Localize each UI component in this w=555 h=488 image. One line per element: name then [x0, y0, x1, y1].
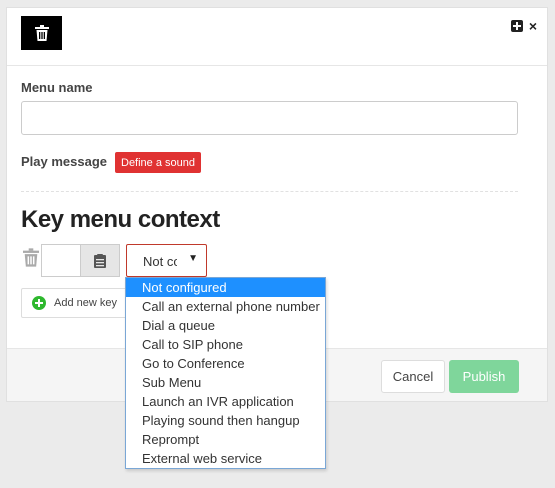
key-action-dropdown: Not configured Call an external phone nu…: [125, 277, 326, 469]
trash-icon: [23, 248, 39, 267]
add-new-key-button[interactable]: Add new key: [21, 288, 127, 318]
menu-name-input[interactable]: [21, 101, 518, 135]
dropdown-option[interactable]: Call an external phone number: [126, 297, 325, 316]
key-clipboard-addon[interactable]: [81, 244, 120, 277]
dropdown-option[interactable]: Call to SIP phone: [126, 335, 325, 354]
trash-icon: [34, 25, 49, 41]
plus-circle-icon: [32, 296, 46, 310]
publish-button[interactable]: Publish: [449, 360, 519, 393]
key-action-value: Not co: [143, 254, 177, 269]
cancel-button[interactable]: Cancel: [381, 360, 445, 393]
menu-name-label: Menu name: [21, 80, 93, 95]
close-icon[interactable]: ×: [529, 19, 537, 33]
dropdown-option[interactable]: Sub Menu: [126, 373, 325, 392]
clipboard-icon: [94, 253, 106, 268]
delete-key-button[interactable]: [23, 248, 39, 272]
dropdown-option[interactable]: Playing sound then hangup: [126, 411, 325, 430]
delete-menu-button[interactable]: [21, 16, 62, 50]
section-divider: [21, 191, 518, 192]
dropdown-option[interactable]: Launch an IVR application: [126, 392, 325, 411]
panel-header: ×: [7, 8, 547, 66]
play-message-label: Play message: [21, 154, 108, 169]
add-new-key-label: Add new key: [54, 297, 117, 309]
dropdown-option[interactable]: Dial a queue: [126, 316, 325, 335]
key-menu-title: Key menu context: [21, 206, 220, 233]
plus-square-icon[interactable]: [510, 20, 523, 32]
dropdown-option[interactable]: Not configured: [126, 278, 325, 297]
header-actions: ×: [510, 19, 537, 33]
key-input[interactable]: [41, 244, 81, 277]
dropdown-option[interactable]: Reprompt: [126, 430, 325, 449]
key-action-select[interactable]: Not co ▼: [126, 244, 207, 277]
chevron-down-icon: ▼: [188, 253, 198, 264]
define-sound-button[interactable]: Define a sound: [115, 152, 201, 173]
dropdown-option[interactable]: Go to Conference: [126, 354, 325, 373]
dropdown-option[interactable]: External web service: [126, 449, 325, 468]
